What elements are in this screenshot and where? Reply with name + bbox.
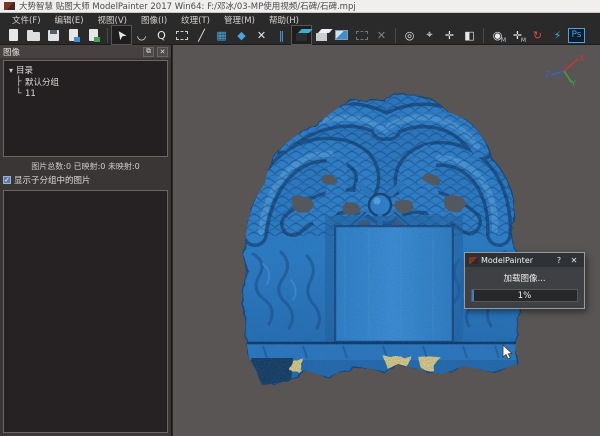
tree-expand-icon[interactable]: ▾ [6, 66, 16, 75]
show-subgroup-row: ✓ 显示子分组中的图片 [0, 172, 171, 188]
image-count-stats: 图片总数:0 已映射:0 未映射:0 [31, 162, 140, 171]
show-subgroup-checkbox[interactable]: ✓ [3, 176, 11, 184]
import-image-icon[interactable] [64, 26, 83, 44]
loop-select-icon[interactable]: Q [152, 26, 171, 44]
target-frame-icon[interactable]: ⌖ [420, 26, 439, 44]
dialog-body: 加载图像... 1% [465, 267, 584, 308]
progress-dialog: ModelPainter ? ✕ 加载图像... 1% [464, 252, 585, 309]
photo-view-icon[interactable] [332, 26, 351, 44]
stripes-blend-icon[interactable]: ‖ [272, 26, 291, 44]
dialog-titlebar[interactable]: ModelPainter ? ✕ [465, 253, 584, 267]
menu-help[interactable]: 帮助(H) [263, 13, 305, 27]
tree-node-default-group[interactable]: ├ 默认分组 [6, 76, 165, 88]
camera-map-icon[interactable]: ◉ M [488, 26, 507, 45]
lightning-bake-icon[interactable]: ⚡ [548, 26, 567, 44]
menubar: 文件(F) 编辑(E) 视图(V) 图像(I) 纹理(T) 管理(M) 帮助(H… [0, 13, 600, 26]
dialog-message: 加载图像... [503, 274, 546, 284]
panel-float-button[interactable]: ⧉ [143, 46, 154, 57]
model-stele-dragons[interactable] [233, 84, 525, 396]
lasso-select-icon[interactable]: ◡ [132, 26, 151, 44]
window-titlebar: 大势智慧 贴图大师 ModelPainter 2017 Win64: F:/邓冰… [0, 0, 600, 13]
toolbar-separator [483, 27, 484, 43]
export-image-icon[interactable] [84, 26, 103, 44]
select-arrow-icon[interactable]: ➤ [111, 25, 132, 45]
image-tree: ▾ 目录 ├ 默认分组 └ 11 [3, 60, 168, 157]
dialog-app-icon [469, 256, 478, 264]
menu-texture[interactable]: 纹理(T) [175, 13, 216, 27]
paste-region-icon[interactable]: ▦ [212, 26, 231, 44]
delete-icon[interactable]: ✕ [252, 26, 271, 44]
open-folder-icon[interactable] [24, 26, 43, 44]
cube-light-icon[interactable] [312, 26, 333, 44]
window-title: 大势智慧 贴图大师 ModelPainter 2017 Win64: F:/邓冰… [19, 2, 356, 12]
axis-x-label: X [579, 54, 585, 63]
line-tool-icon[interactable]: ╱ [192, 26, 211, 44]
marquee-select-icon[interactable] [172, 26, 191, 44]
menu-edit[interactable]: 编辑(E) [49, 13, 90, 27]
tree-node-root[interactable]: ▾ 目录 [6, 64, 165, 77]
panel-close-button[interactable]: ✕ [157, 46, 168, 57]
menu-image[interactable]: 图像(I) [135, 13, 173, 27]
new-file-icon[interactable] [4, 26, 23, 44]
toolbar-separator [395, 27, 396, 43]
axis-gizmo: X Y Z [545, 54, 585, 87]
dialog-close-button[interactable]: ✕ [568, 256, 580, 265]
dialog-title: ModelPainter [481, 255, 534, 265]
image-panel: 图像 ⧉ ✕ ▾ 目录 ├ 默认分组 └ 11 图片总数:0 已映射:0 未映射… [0, 45, 172, 436]
split-panel-icon[interactable]: ◧ [460, 26, 479, 44]
toolbar-separator [107, 27, 108, 43]
image-thumbnail-list[interactable] [3, 190, 168, 433]
viewport-3d[interactable]: X Y Z ModelPainter ? ✕ 加载图像... 1% [173, 45, 600, 436]
image-panel-header: 图像 ⧉ ✕ [0, 45, 171, 58]
image-panel-title: 图像 [3, 47, 21, 58]
dialog-help-button[interactable]: ? [553, 256, 565, 265]
move-map-icon[interactable]: ✛ M [508, 26, 527, 45]
mouse-cursor [502, 344, 513, 360]
cube-dark-icon[interactable] [291, 25, 313, 45]
menu-manage[interactable]: 管理(M) [218, 13, 261, 27]
menu-view[interactable]: 视图(V) [92, 13, 133, 27]
shield-mesh-icon[interactable]: ◆ [232, 26, 251, 44]
refresh-sync-icon[interactable]: ↻ [528, 26, 547, 44]
save-icon[interactable] [44, 26, 63, 44]
marquee-disabled-icon[interactable] [352, 26, 371, 44]
move-cross-icon[interactable]: ✛ [440, 26, 459, 44]
tree-node-11[interactable]: └ 11 [6, 88, 165, 100]
app-logo-icon [4, 2, 15, 10]
menu-file[interactable]: 文件(F) [6, 13, 47, 27]
target-circle-icon[interactable]: ◎ [400, 26, 419, 44]
progress-bar: 1% [471, 289, 578, 302]
main-toolbar: ➤ ◡ Q ╱ ▦ ◆ ✕ ‖ ✕ ◎ ⌖ ✛ ◧ ◉ M ✛ M ↻ ⚡ Ps [0, 25, 600, 45]
photoshop-link-icon[interactable]: Ps [568, 27, 585, 43]
axis-y-label: Y [570, 79, 576, 87]
axis-z-label: Z [545, 70, 551, 79]
clear-disabled-icon[interactable]: ✕ [372, 26, 391, 44]
show-subgroup-label: 显示子分组中的图片 [14, 176, 91, 186]
progress-label: 1% [517, 291, 532, 301]
